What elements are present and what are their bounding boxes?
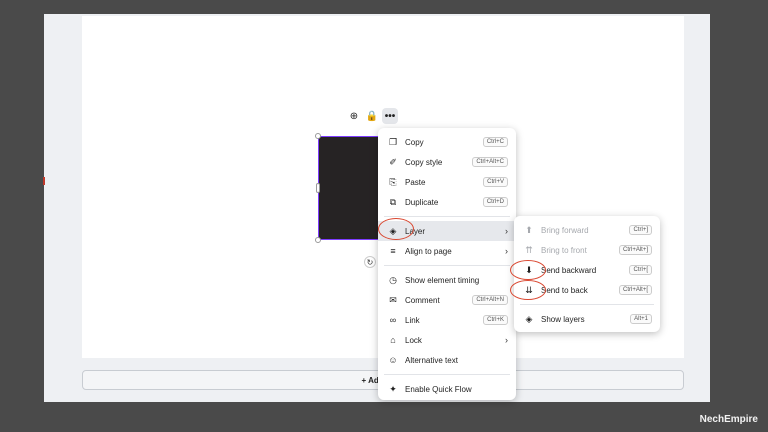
- context-menu: ❐ Copy Ctrl+C ✐ Copy style Ctrl+Alt+C ⎘ …: [378, 128, 516, 400]
- shortcut-badge: Ctrl+Alt+C: [472, 157, 508, 167]
- menu-item-label: Enable Quick Flow: [405, 384, 472, 394]
- align-icon: ≡: [390, 246, 396, 256]
- menu-item-link[interactable]: ∞ Link Ctrl+K: [378, 310, 516, 330]
- edge-marker: [43, 177, 45, 185]
- submenu-item-show-layers[interactable]: ◈ Show layers Alt+1: [514, 309, 660, 329]
- menu-item-label: Lock: [405, 335, 422, 345]
- shortcut-badge: Ctrl+Alt+]: [618, 245, 652, 255]
- send-to-back-icon: ⇊: [525, 284, 533, 295]
- menu-item-paste[interactable]: ⎘ Paste Ctrl+V: [378, 172, 516, 192]
- comment-icon: ✉: [389, 294, 397, 305]
- quick-flow-icon: ✦: [389, 383, 397, 394]
- more-icon: •••: [384, 110, 396, 122]
- submenu-item-label: Show layers: [541, 314, 585, 324]
- bring-to-front-icon: ⇈: [525, 244, 533, 255]
- comment-plus-button[interactable]: ⊕: [346, 108, 362, 124]
- menu-item-layer[interactable]: ◈ Layer ›: [378, 221, 516, 241]
- lock-icon: ⌂: [390, 335, 396, 345]
- submenu-item-send-backward[interactable]: ⬇ Send backward Ctrl+[: [514, 260, 660, 280]
- lock-icon: 🔒: [365, 110, 379, 122]
- submenu-item-label: Send backward: [541, 265, 597, 275]
- layer-submenu: ⬆ Bring forward Ctrl+] ⇈ Bring to front …: [514, 216, 660, 332]
- layers-icon: ◈: [525, 313, 533, 324]
- copy-icon: ❐: [388, 136, 398, 147]
- accessibility-icon: ☺: [388, 355, 398, 365]
- menu-item-comment[interactable]: ✉ Comment Ctrl+Alt+N: [378, 290, 516, 310]
- menu-item-label: Link: [405, 315, 420, 325]
- submenu-item-send-to-back[interactable]: ⇊ Send to back Ctrl+Alt+[: [514, 280, 660, 300]
- resize-handle-left[interactable]: [316, 183, 320, 193]
- resize-handle-top-left[interactable]: [315, 133, 321, 139]
- menu-item-label: Duplicate: [405, 197, 439, 207]
- menu-divider: [384, 216, 510, 217]
- bring-forward-icon: ⬆: [525, 224, 533, 235]
- shortcut-badge: Ctrl+D: [482, 197, 508, 207]
- element-toolbar: ⊕ 🔒 •••: [346, 108, 398, 124]
- menu-item-alternative-text[interactable]: ☺ Alternative text: [378, 350, 516, 370]
- comment-plus-icon: ⊕: [349, 110, 359, 122]
- menu-item-label: Paste: [405, 177, 426, 187]
- menu-item-show-element-timing[interactable]: ◷ Show element timing: [378, 270, 516, 290]
- clock-icon: ◷: [389, 274, 397, 285]
- chevron-right-icon: ›: [505, 335, 508, 345]
- rotate-handle[interactable]: ↻: [364, 256, 376, 268]
- submenu-item-bring-to-front[interactable]: ⇈ Bring to front Ctrl+Alt+]: [514, 240, 660, 260]
- menu-item-label: Copy style: [405, 157, 443, 167]
- menu-divider: [520, 304, 654, 305]
- rotate-icon: ↻: [366, 257, 374, 267]
- menu-item-label: Align to page: [405, 246, 452, 256]
- shortcut-badge: Alt+1: [630, 314, 652, 324]
- menu-item-label: Show element timing: [405, 275, 480, 285]
- submenu-item-label: Bring to front: [541, 245, 587, 255]
- submenu-item-label: Send to back: [541, 285, 588, 295]
- menu-item-label: Alternative text: [405, 355, 458, 365]
- clipboard-icon: ⎘: [389, 176, 397, 187]
- shortcut-badge: Ctrl+]: [629, 225, 652, 235]
- menu-divider: [384, 374, 510, 375]
- submenu-item-bring-forward[interactable]: ⬆ Bring forward Ctrl+]: [514, 220, 660, 240]
- menu-divider: [384, 265, 510, 266]
- resize-handle-bottom-left[interactable]: [315, 237, 321, 243]
- menu-item-enable-quick-flow[interactable]: ✦ Enable Quick Flow: [378, 379, 516, 399]
- shortcut-badge: Ctrl+Alt+N: [472, 295, 508, 305]
- chevron-right-icon: ›: [505, 246, 508, 256]
- shape-body[interactable]: [318, 136, 382, 240]
- menu-item-label: Copy: [405, 137, 424, 147]
- chevron-right-icon: ›: [505, 226, 508, 236]
- send-backward-icon: ⬇: [525, 264, 533, 275]
- menu-item-copy[interactable]: ❐ Copy Ctrl+C: [378, 132, 516, 152]
- shortcut-badge: Ctrl+K: [483, 315, 508, 325]
- shortcut-badge: Ctrl+[: [629, 265, 652, 275]
- shortcut-badge: Ctrl+C: [482, 137, 508, 147]
- menu-item-lock[interactable]: ⌂ Lock ›: [378, 330, 516, 350]
- duplicate-icon: ⧉: [389, 196, 397, 207]
- shortcut-badge: Ctrl+Alt+[: [618, 285, 652, 295]
- submenu-item-label: Bring forward: [541, 225, 589, 235]
- channel-watermark: NechEmpire: [699, 414, 758, 425]
- menu-item-copy-style[interactable]: ✐ Copy style Ctrl+Alt+C: [378, 152, 516, 172]
- more-button[interactable]: •••: [382, 108, 398, 124]
- menu-item-label: Layer: [405, 226, 426, 236]
- menu-item-duplicate[interactable]: ⧉ Duplicate Ctrl+D: [378, 192, 516, 212]
- paint-roller-icon: ✐: [389, 156, 397, 167]
- link-icon: ∞: [389, 315, 397, 325]
- shortcut-badge: Ctrl+V: [483, 177, 508, 187]
- layers-icon: ◈: [389, 225, 397, 236]
- menu-item-label: Comment: [405, 295, 440, 305]
- menu-item-align-to-page[interactable]: ≡ Align to page ›: [378, 241, 516, 261]
- lock-button[interactable]: 🔒: [364, 108, 380, 124]
